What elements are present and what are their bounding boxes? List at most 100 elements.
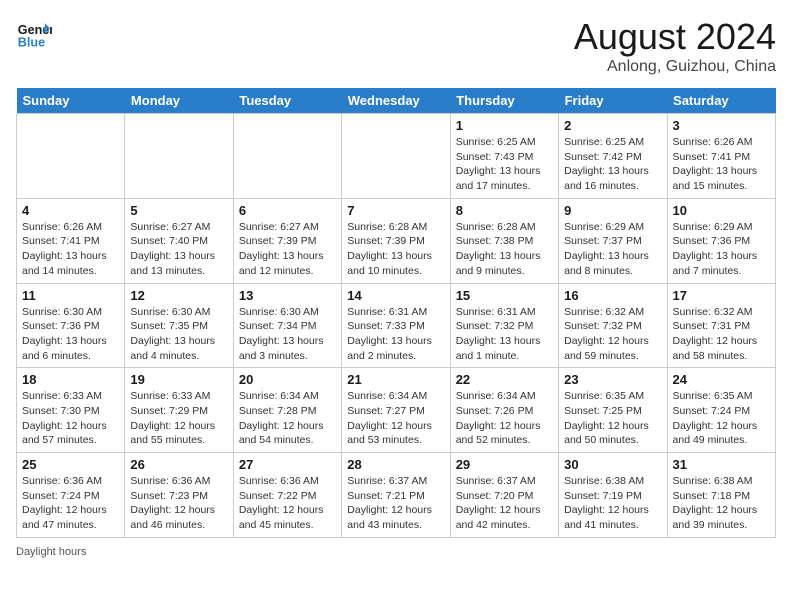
day-cell: 27 Sunrise: 6:36 AM Sunset: 7:22 PM Dayli… <box>233 453 341 538</box>
day-number: 6 <box>239 203 336 218</box>
day-info: Sunrise: 6:35 AM Sunset: 7:25 PM Dayligh… <box>564 389 661 448</box>
day-cell: 22 Sunrise: 6:34 AM Sunset: 7:26 PM Dayli… <box>450 368 558 453</box>
day-number: 16 <box>564 288 661 303</box>
day-number: 5 <box>130 203 227 218</box>
day-number: 26 <box>130 457 227 472</box>
day-number: 20 <box>239 372 336 387</box>
day-info: Sunrise: 6:27 AM Sunset: 7:40 PM Dayligh… <box>130 220 227 279</box>
day-number: 27 <box>239 457 336 472</box>
day-info: Sunrise: 6:33 AM Sunset: 7:29 PM Dayligh… <box>130 389 227 448</box>
day-cell: 25 Sunrise: 6:36 AM Sunset: 7:24 PM Dayli… <box>17 453 125 538</box>
weekday-header-thursday: Thursday <box>450 88 558 114</box>
month-title: August 2024 <box>574 16 776 58</box>
day-cell: 3Sunrise: 6:26 AM Sunset: 7:41 PM Daylig… <box>667 114 775 199</box>
day-number: 10 <box>673 203 770 218</box>
day-cell: 19 Sunrise: 6:33 AM Sunset: 7:29 PM Dayli… <box>125 368 233 453</box>
title-block: August 2024 Anlong, Guizhou, China <box>574 16 776 76</box>
day-number: 24 <box>673 372 770 387</box>
day-cell: 8 Sunrise: 6:28 AM Sunset: 7:38 PM Daylig… <box>450 198 558 283</box>
day-cell: 29 Sunrise: 6:37 AM Sunset: 7:20 PM Dayli… <box>450 453 558 538</box>
day-number: 2 <box>564 118 661 133</box>
day-info: Sunrise: 6:30 AM Sunset: 7:36 PM Dayligh… <box>22 305 119 364</box>
day-number: 19 <box>130 372 227 387</box>
day-info: Sunrise: 6:36 AM Sunset: 7:24 PM Dayligh… <box>22 474 119 533</box>
day-cell: 31 Sunrise: 6:38 AM Sunset: 7:18 PM Dayli… <box>667 453 775 538</box>
weekday-header-friday: Friday <box>559 88 667 114</box>
day-number: 25 <box>22 457 119 472</box>
logo-icon: General Blue <box>16 16 52 52</box>
day-cell: 6 Sunrise: 6:27 AM Sunset: 7:39 PM Daylig… <box>233 198 341 283</box>
day-cell: 2Sunrise: 6:25 AM Sunset: 7:42 PM Daylig… <box>559 114 667 199</box>
day-number: 22 <box>456 372 553 387</box>
day-cell <box>17 114 125 199</box>
day-info: Sunrise: 6:36 AM Sunset: 7:22 PM Dayligh… <box>239 474 336 533</box>
day-number: 14 <box>347 288 444 303</box>
day-number: 23 <box>564 372 661 387</box>
day-number: 4 <box>22 203 119 218</box>
day-cell: 21Sunrise: 6:34 AM Sunset: 7:27 PM Dayli… <box>342 368 450 453</box>
legend: Daylight hours <box>16 546 776 558</box>
day-info: Sunrise: 6:31 AM Sunset: 7:33 PM Dayligh… <box>347 305 444 364</box>
day-cell: 5 Sunrise: 6:27 AM Sunset: 7:40 PM Daylig… <box>125 198 233 283</box>
day-info: Sunrise: 6:25 AM Sunset: 7:43 PM Dayligh… <box>456 135 553 194</box>
day-info: Sunrise: 6:37 AM Sunset: 7:21 PM Dayligh… <box>347 474 444 533</box>
weekday-header-saturday: Saturday <box>667 88 775 114</box>
day-cell <box>125 114 233 199</box>
day-cell: 1 Sunrise: 6:25 AM Sunset: 7:43 PM Daylig… <box>450 114 558 199</box>
day-number: 29 <box>456 457 553 472</box>
day-info: Sunrise: 6:35 AM Sunset: 7:24 PM Dayligh… <box>673 389 770 448</box>
weekday-header-sunday: Sunday <box>17 88 125 114</box>
day-cell: 23 Sunrise: 6:35 AM Sunset: 7:25 PM Dayli… <box>559 368 667 453</box>
day-cell: 26Sunrise: 6:36 AM Sunset: 7:23 PM Dayli… <box>125 453 233 538</box>
day-info: Sunrise: 6:30 AM Sunset: 7:35 PM Dayligh… <box>130 305 227 364</box>
weekday-header-wednesday: Wednesday <box>342 88 450 114</box>
day-number: 12 <box>130 288 227 303</box>
weekday-header-row: SundayMondayTuesdayWednesdayThursdayFrid… <box>17 88 776 114</box>
day-cell: 12 Sunrise: 6:30 AM Sunset: 7:35 PM Dayli… <box>125 283 233 368</box>
day-cell: 20 Sunrise: 6:34 AM Sunset: 7:28 PM Dayli… <box>233 368 341 453</box>
day-number: 31 <box>673 457 770 472</box>
day-info: Sunrise: 6:28 AM Sunset: 7:38 PM Dayligh… <box>456 220 553 279</box>
day-info: Sunrise: 6:37 AM Sunset: 7:20 PM Dayligh… <box>456 474 553 533</box>
day-info: Sunrise: 6:34 AM Sunset: 7:26 PM Dayligh… <box>456 389 553 448</box>
daylight-label: Daylight hours <box>16 546 86 558</box>
day-cell: 15Sunrise: 6:31 AM Sunset: 7:32 PM Dayli… <box>450 283 558 368</box>
day-info: Sunrise: 6:33 AM Sunset: 7:30 PM Dayligh… <box>22 389 119 448</box>
day-cell <box>233 114 341 199</box>
day-cell: 4Sunrise: 6:26 AM Sunset: 7:41 PM Daylig… <box>17 198 125 283</box>
day-number: 17 <box>673 288 770 303</box>
day-number: 1 <box>456 118 553 133</box>
logo: General Blue <box>16 16 52 52</box>
day-number: 13 <box>239 288 336 303</box>
week-row-3: 11 Sunrise: 6:30 AM Sunset: 7:36 PM Dayli… <box>17 283 776 368</box>
weekday-header-monday: Monday <box>125 88 233 114</box>
day-number: 9 <box>564 203 661 218</box>
day-info: Sunrise: 6:27 AM Sunset: 7:39 PM Dayligh… <box>239 220 336 279</box>
day-cell: 24 Sunrise: 6:35 AM Sunset: 7:24 PM Dayli… <box>667 368 775 453</box>
day-cell: 28 Sunrise: 6:37 AM Sunset: 7:21 PM Dayli… <box>342 453 450 538</box>
week-row-1: 1 Sunrise: 6:25 AM Sunset: 7:43 PM Daylig… <box>17 114 776 199</box>
day-cell: 9Sunrise: 6:29 AM Sunset: 7:37 PM Daylig… <box>559 198 667 283</box>
day-info: Sunrise: 6:38 AM Sunset: 7:18 PM Dayligh… <box>673 474 770 533</box>
day-number: 30 <box>564 457 661 472</box>
day-info: Sunrise: 6:29 AM Sunset: 7:36 PM Dayligh… <box>673 220 770 279</box>
day-cell: 7Sunrise: 6:28 AM Sunset: 7:39 PM Daylig… <box>342 198 450 283</box>
calendar-table: SundayMondayTuesdayWednesdayThursdayFrid… <box>16 88 776 538</box>
day-info: Sunrise: 6:26 AM Sunset: 7:41 PM Dayligh… <box>673 135 770 194</box>
day-number: 8 <box>456 203 553 218</box>
day-cell: 30 Sunrise: 6:38 AM Sunset: 7:19 PM Dayli… <box>559 453 667 538</box>
day-cell: 11 Sunrise: 6:30 AM Sunset: 7:36 PM Dayli… <box>17 283 125 368</box>
day-number: 28 <box>347 457 444 472</box>
day-info: Sunrise: 6:34 AM Sunset: 7:28 PM Dayligh… <box>239 389 336 448</box>
week-row-4: 18Sunrise: 6:33 AM Sunset: 7:30 PM Dayli… <box>17 368 776 453</box>
weekday-header-tuesday: Tuesday <box>233 88 341 114</box>
day-info: Sunrise: 6:38 AM Sunset: 7:19 PM Dayligh… <box>564 474 661 533</box>
day-cell: 18Sunrise: 6:33 AM Sunset: 7:30 PM Dayli… <box>17 368 125 453</box>
day-cell: 17 Sunrise: 6:32 AM Sunset: 7:31 PM Dayli… <box>667 283 775 368</box>
day-number: 11 <box>22 288 119 303</box>
day-info: Sunrise: 6:28 AM Sunset: 7:39 PM Dayligh… <box>347 220 444 279</box>
day-info: Sunrise: 6:30 AM Sunset: 7:34 PM Dayligh… <box>239 305 336 364</box>
week-row-5: 25 Sunrise: 6:36 AM Sunset: 7:24 PM Dayli… <box>17 453 776 538</box>
svg-text:Blue: Blue <box>18 36 45 50</box>
day-info: Sunrise: 6:32 AM Sunset: 7:31 PM Dayligh… <box>673 305 770 364</box>
